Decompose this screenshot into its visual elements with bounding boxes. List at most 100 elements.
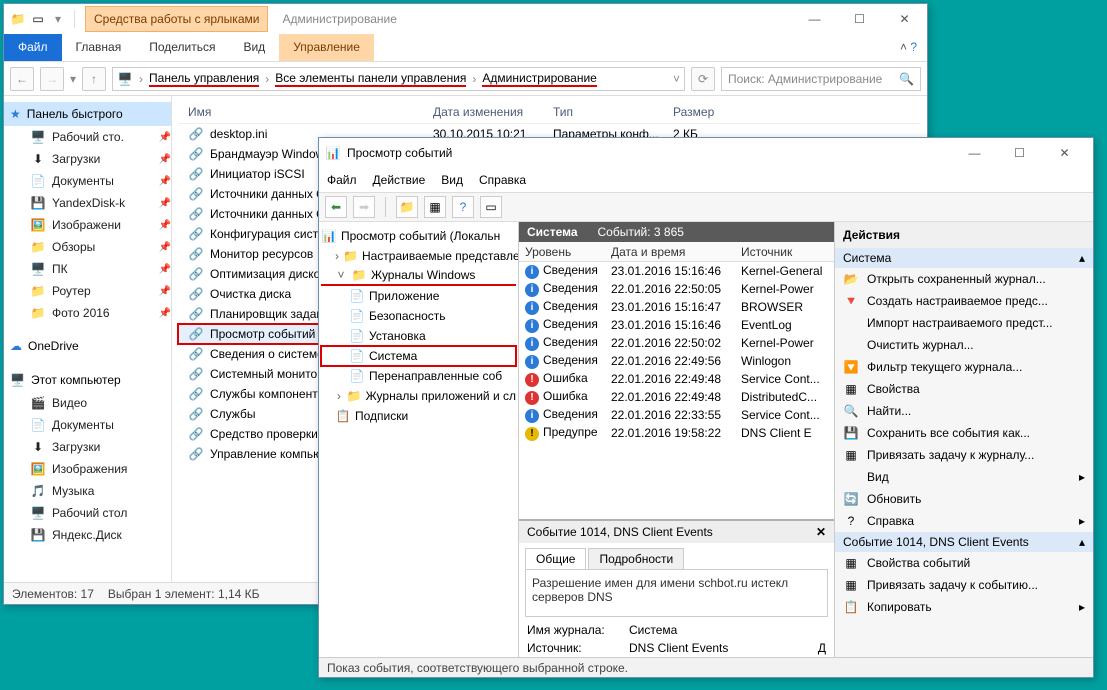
- ribbon-collapse[interactable]: ˄ ?: [890, 34, 927, 61]
- action-item[interactable]: ?Справка▸: [835, 510, 1093, 532]
- tree-subscriptions[interactable]: 📋Подписки: [321, 406, 516, 426]
- tree-custom-views[interactable]: ›📁Настраиваемые представле: [321, 246, 516, 266]
- tree-forwarded[interactable]: 📄Перенаправленные соб: [321, 366, 516, 386]
- tb-props-icon[interactable]: ▦: [424, 196, 446, 218]
- quick-item[interactable]: 💾YandexDisk-k📌: [12, 192, 171, 214]
- evt-minimize-button[interactable]: ―: [952, 146, 997, 160]
- tree-windows-logs[interactable]: ˅📁Журналы Windows: [321, 266, 516, 286]
- col-date-header[interactable]: Дата изменения: [433, 105, 553, 119]
- quick-item[interactable]: 🖥️Рабочий сто.📌: [12, 126, 171, 148]
- action-item[interactable]: 🔽Фильтр текущего журнала...: [835, 356, 1093, 378]
- event-row[interactable]: iСведения22.01.2016 22:33:55Service Cont…: [519, 406, 834, 424]
- action-item[interactable]: ▦Привязать задачу к событию...: [835, 574, 1093, 596]
- evt-close-button[interactable]: ✕: [1042, 146, 1087, 160]
- thispc-item[interactable]: ⬇Загрузки: [12, 436, 171, 458]
- tree-system[interactable]: 📄Система: [321, 346, 516, 366]
- action-item[interactable]: ▦Свойства событий: [835, 552, 1093, 574]
- actions-group-system[interactable]: Система▴: [835, 248, 1093, 268]
- col-name-header[interactable]: Имя: [178, 105, 433, 119]
- event-row[interactable]: iСведения22.01.2016 22:50:02Kernel-Power: [519, 334, 834, 352]
- collapse-icon[interactable]: ▴: [1079, 251, 1085, 265]
- action-item[interactable]: Вид▸: [835, 466, 1093, 488]
- close-button[interactable]: ✕: [882, 4, 927, 34]
- action-item[interactable]: 💾Сохранить все события как...: [835, 422, 1093, 444]
- thispc-item[interactable]: 🖥️Рабочий стол: [12, 502, 171, 524]
- evt-maximize-button[interactable]: ☐: [997, 146, 1042, 160]
- quick-item[interactable]: 🖥️ПК📌: [12, 258, 171, 280]
- event-row[interactable]: iСведения23.01.2016 15:16:47BROWSER: [519, 298, 834, 316]
- tab-details[interactable]: Подробности: [588, 548, 684, 569]
- addr-dropdown-icon[interactable]: ˅: [673, 72, 680, 86]
- action-item[interactable]: 📋Копировать▸: [835, 596, 1093, 618]
- crumb-2[interactable]: Администрирование: [482, 71, 596, 87]
- event-row[interactable]: iСведения23.01.2016 15:16:46Kernel-Gener…: [519, 262, 834, 280]
- tree-root[interactable]: 📊Просмотр событий (Локальн: [321, 226, 516, 246]
- quick-item[interactable]: 📁Обзоры📌: [12, 236, 171, 258]
- nav-recent-icon[interactable]: ▾: [70, 72, 76, 86]
- shortcut-tools-tab[interactable]: Средства работы с ярлыками: [85, 6, 268, 32]
- event-row[interactable]: !Ошибка22.01.2016 22:49:48DistributedC..…: [519, 388, 834, 406]
- tree-application[interactable]: 📄Приложение: [321, 286, 516, 306]
- tb-back-icon[interactable]: ⬅: [325, 196, 347, 218]
- tb-refresh-icon[interactable]: ▭: [480, 196, 502, 218]
- properties-icon[interactable]: ▭: [30, 11, 46, 27]
- crumb-0[interactable]: Панель управления: [149, 71, 259, 87]
- quick-item[interactable]: 📁Фото 2016📌: [12, 302, 171, 324]
- nav-up-button[interactable]: ↑: [82, 67, 106, 91]
- nav-back-button[interactable]: ←: [10, 67, 34, 91]
- quick-item[interactable]: 📁Роутер📌: [12, 280, 171, 302]
- ribbon-file[interactable]: Файл: [4, 34, 62, 61]
- col-type-header[interactable]: Тип: [553, 105, 673, 119]
- quick-item[interactable]: ⬇Загрузки📌: [12, 148, 171, 170]
- action-item[interactable]: ▦Свойства: [835, 378, 1093, 400]
- menu-action[interactable]: Действие: [373, 173, 426, 187]
- col-size-header[interactable]: Размер: [673, 105, 743, 119]
- event-row[interactable]: !Ошибка22.01.2016 22:49:48Service Cont..…: [519, 370, 834, 388]
- event-row[interactable]: iСведения22.01.2016 22:50:05Kernel-Power: [519, 280, 834, 298]
- tb-help-icon[interactable]: ?: [452, 196, 474, 218]
- maximize-button[interactable]: ☐: [837, 4, 882, 34]
- qat-more-icon[interactable]: ▾: [50, 11, 66, 27]
- action-item[interactable]: 🔻Создать настраиваемое предс...: [835, 290, 1093, 312]
- ribbon-home[interactable]: Главная: [62, 34, 136, 61]
- tree-app-logs[interactable]: ›📁Журналы приложений и сл: [321, 386, 516, 406]
- col-level[interactable]: Уровень: [519, 245, 605, 259]
- col-source[interactable]: Источник: [735, 245, 834, 259]
- search-box[interactable]: Поиск: Администрирование 🔍: [721, 67, 921, 91]
- collapse-icon[interactable]: ▴: [1079, 535, 1085, 549]
- thispc-item[interactable]: 💾Яндекс.Диск: [12, 524, 171, 546]
- breadcrumb[interactable]: 🖥️ › Панель управления › Все элементы па…: [112, 67, 685, 91]
- thispc-item[interactable]: 📄Документы: [12, 414, 171, 436]
- col-datetime[interactable]: Дата и время: [605, 245, 735, 259]
- evt-tree[interactable]: 📊Просмотр событий (Локальн ›📁Настраиваем…: [319, 222, 519, 657]
- nav-forward-button[interactable]: →: [40, 67, 64, 91]
- tb-fwd-icon[interactable]: ➡: [353, 196, 375, 218]
- thispc-header[interactable]: 🖥️Этот компьютер: [4, 368, 171, 392]
- actions-group-event[interactable]: Событие 1014, DNS Client Events▴: [835, 532, 1093, 552]
- event-row[interactable]: iСведения23.01.2016 15:16:46EventLog: [519, 316, 834, 334]
- event-row[interactable]: iСведения22.01.2016 22:49:56Winlogon: [519, 352, 834, 370]
- menu-file[interactable]: Файл: [327, 173, 357, 187]
- crumb-1[interactable]: Все элементы панели управления: [275, 71, 466, 87]
- thispc-item[interactable]: 🎬Видео: [12, 392, 171, 414]
- action-item[interactable]: 📂Открыть сохраненный журнал...: [835, 268, 1093, 290]
- action-item[interactable]: Очистить журнал...: [835, 334, 1093, 356]
- menu-help[interactable]: Справка: [479, 173, 526, 187]
- action-item[interactable]: Импорт настраиваемого предст...: [835, 312, 1093, 334]
- tree-security[interactable]: 📄Безопасность: [321, 306, 516, 326]
- tab-general[interactable]: Общие: [525, 548, 586, 569]
- thispc-item[interactable]: 🎵Музыка: [12, 480, 171, 502]
- onedrive-header[interactable]: ☁OneDrive: [4, 334, 171, 358]
- ribbon-view[interactable]: Вид: [229, 34, 279, 61]
- menu-view[interactable]: Вид: [441, 173, 463, 187]
- action-item[interactable]: ▦Привязать задачу к журналу...: [835, 444, 1093, 466]
- minimize-button[interactable]: ―: [792, 4, 837, 34]
- action-item[interactable]: 🔄Обновить: [835, 488, 1093, 510]
- event-row[interactable]: !Предупре22.01.2016 19:58:22DNS Client E: [519, 424, 834, 442]
- quick-access-header[interactable]: ★Панель быстрого: [4, 102, 171, 126]
- quick-item[interactable]: 🖼️Изображени📌: [12, 214, 171, 236]
- ribbon-share[interactable]: Поделиться: [135, 34, 229, 61]
- tree-setup[interactable]: 📄Установка: [321, 326, 516, 346]
- refresh-button[interactable]: ⟳: [691, 67, 715, 91]
- detail-close-icon[interactable]: ✕: [816, 525, 826, 539]
